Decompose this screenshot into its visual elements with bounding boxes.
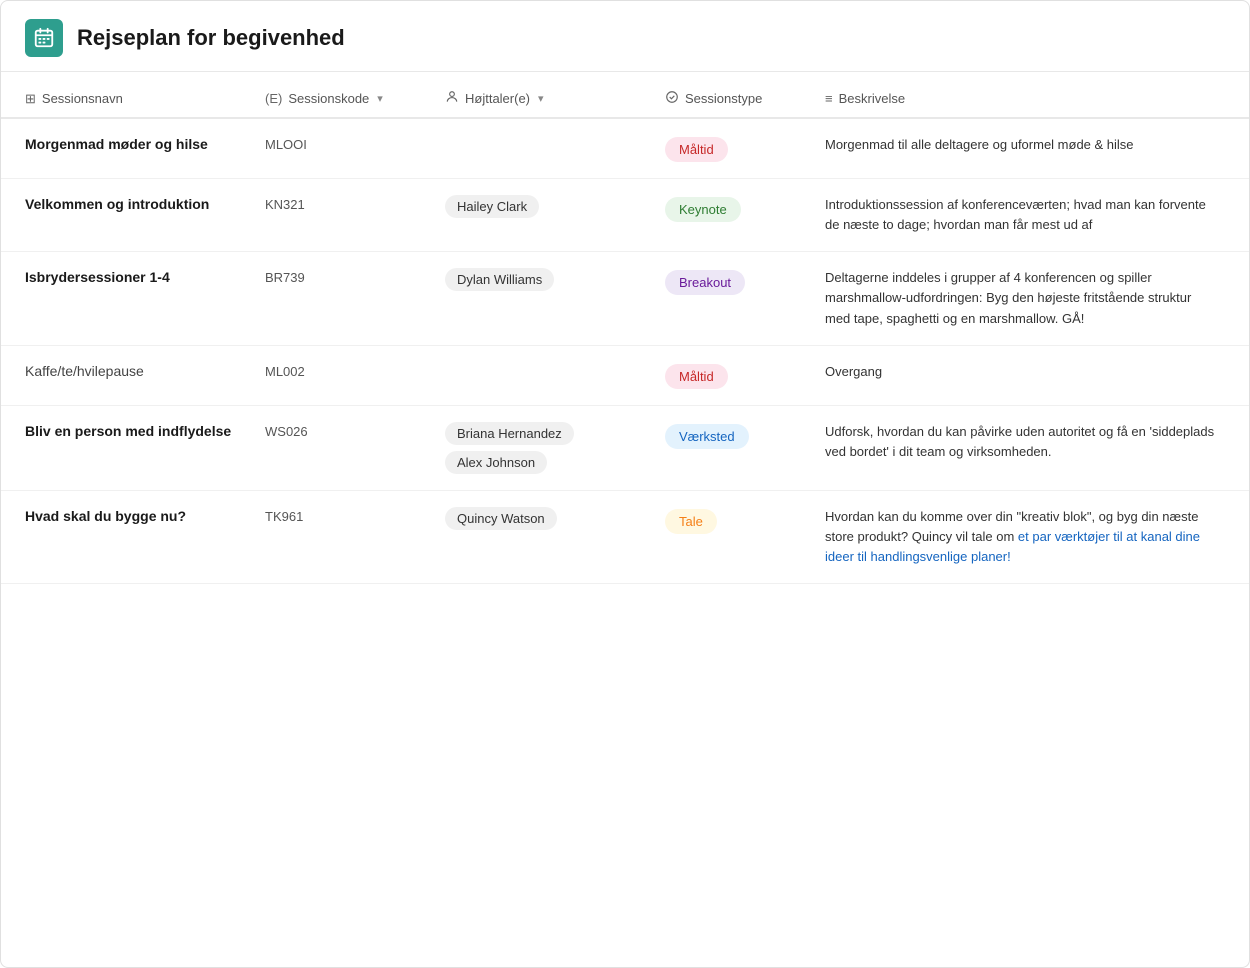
session-name-cell: Isbrydersessioner 1-4 (25, 268, 265, 288)
speaker-badge: Briana Hernandez (445, 422, 574, 445)
col-speakers[interactable]: Højttaler(e) ▾ (445, 90, 665, 107)
page-wrapper: Rejseplan for begivenhed ⊞ Sessionsnavn … (0, 0, 1250, 968)
speaker-badge: Dylan Williams (445, 268, 554, 291)
session-code-cell: KN321 (265, 195, 445, 212)
session-code-cell: WS026 (265, 422, 445, 439)
table-row: Hvad skal du bygge nu?TK961Quincy Watson… (1, 491, 1249, 584)
session-code-cell: BR739 (265, 268, 445, 285)
speakers-cell: Dylan Williams (445, 268, 665, 291)
session-type-cell: Værksted (665, 422, 825, 449)
app-icon (25, 19, 63, 57)
col-session-type: Sessionstype (665, 90, 825, 107)
type-badge: Måltid (665, 137, 728, 162)
session-name-cell: Kaffe/te/hvilepause (25, 362, 265, 382)
col-session-code[interactable]: (E) Sessionskode ▾ (265, 90, 445, 107)
speaker-badge: Alex Johnson (445, 451, 547, 474)
speakers-icon (445, 90, 459, 107)
speakers-cell: Hailey Clark (445, 195, 665, 218)
type-badge: Tale (665, 509, 717, 534)
type-badge: Værksted (665, 424, 749, 449)
col-session-name: ⊞ Sessionsnavn (25, 90, 265, 107)
table-row: Isbrydersessioner 1-4BR739Dylan Williams… (1, 252, 1249, 345)
session-name-cell: Hvad skal du bygge nu? (25, 507, 265, 527)
table-row: Kaffe/te/hvilepauseML002 Måltid Overgang (1, 346, 1249, 406)
table-body: Morgenmad møder og hilseMLOOI Måltid Morge… (1, 119, 1249, 584)
type-badge: Måltid (665, 364, 728, 389)
session-type-cell: Keynote (665, 195, 825, 222)
session-code-icon: (E) (265, 91, 282, 106)
description-cell: Overgang (825, 362, 1225, 382)
speakers-cell: Quincy Watson (445, 507, 665, 530)
speakers-chevron: ▾ (538, 92, 544, 105)
description-cell: Hvordan kan du komme over din "kreativ b… (825, 507, 1225, 567)
session-type-cell: Måltid (665, 135, 825, 162)
session-name-cell: Velkommen og introduktion (25, 195, 265, 215)
session-type-cell: Breakout (665, 268, 825, 295)
table-row: Bliv en person med indflydelseWS026Brian… (1, 406, 1249, 491)
session-code-cell: MLOOI (265, 135, 445, 152)
session-name-cell: Morgenmad møder og hilse (25, 135, 265, 155)
speaker-badge: Hailey Clark (445, 195, 539, 218)
table-row: Velkommen og introduktionKN321Hailey Cla… (1, 179, 1249, 252)
speakers-cell: Briana Hernandez Alex Johnson (445, 422, 665, 474)
calendar-icon (33, 27, 55, 49)
session-code-cell: ML002 (265, 362, 445, 379)
session-name-cell: Bliv en person med indflydelse (25, 422, 265, 442)
description-cell: Deltagerne inddeles i grupper af 4 konfe… (825, 268, 1225, 328)
type-badge: Breakout (665, 270, 745, 295)
page-title: Rejseplan for begivenhed (77, 25, 345, 51)
session-code-chevron: ▾ (377, 92, 383, 105)
col-description: ≡ Beskrivelse (825, 90, 1225, 107)
session-type-icon (665, 90, 679, 107)
speaker-badge: Quincy Watson (445, 507, 557, 530)
description-icon: ≡ (825, 91, 833, 106)
description-cell: Morgenmad til alle deltagere og uformel … (825, 135, 1225, 155)
header: Rejseplan for begivenhed (1, 1, 1249, 72)
session-type-cell: Tale (665, 507, 825, 534)
description-cell: Udforsk, hvordan du kan påvirke uden aut… (825, 422, 1225, 462)
session-name-icon: ⊞ (25, 91, 36, 107)
table-header: ⊞ Sessionsnavn (E) Sessionskode ▾ Højtta… (1, 80, 1249, 119)
table-wrapper: ⊞ Sessionsnavn (E) Sessionskode ▾ Højtta… (1, 80, 1249, 584)
description-cell: Introduktionssession af konferenceværten… (825, 195, 1225, 235)
table-row: Morgenmad møder og hilseMLOOI Måltid Morge… (1, 119, 1249, 179)
session-type-cell: Måltid (665, 362, 825, 389)
session-code-cell: TK961 (265, 507, 445, 524)
type-badge: Keynote (665, 197, 741, 222)
